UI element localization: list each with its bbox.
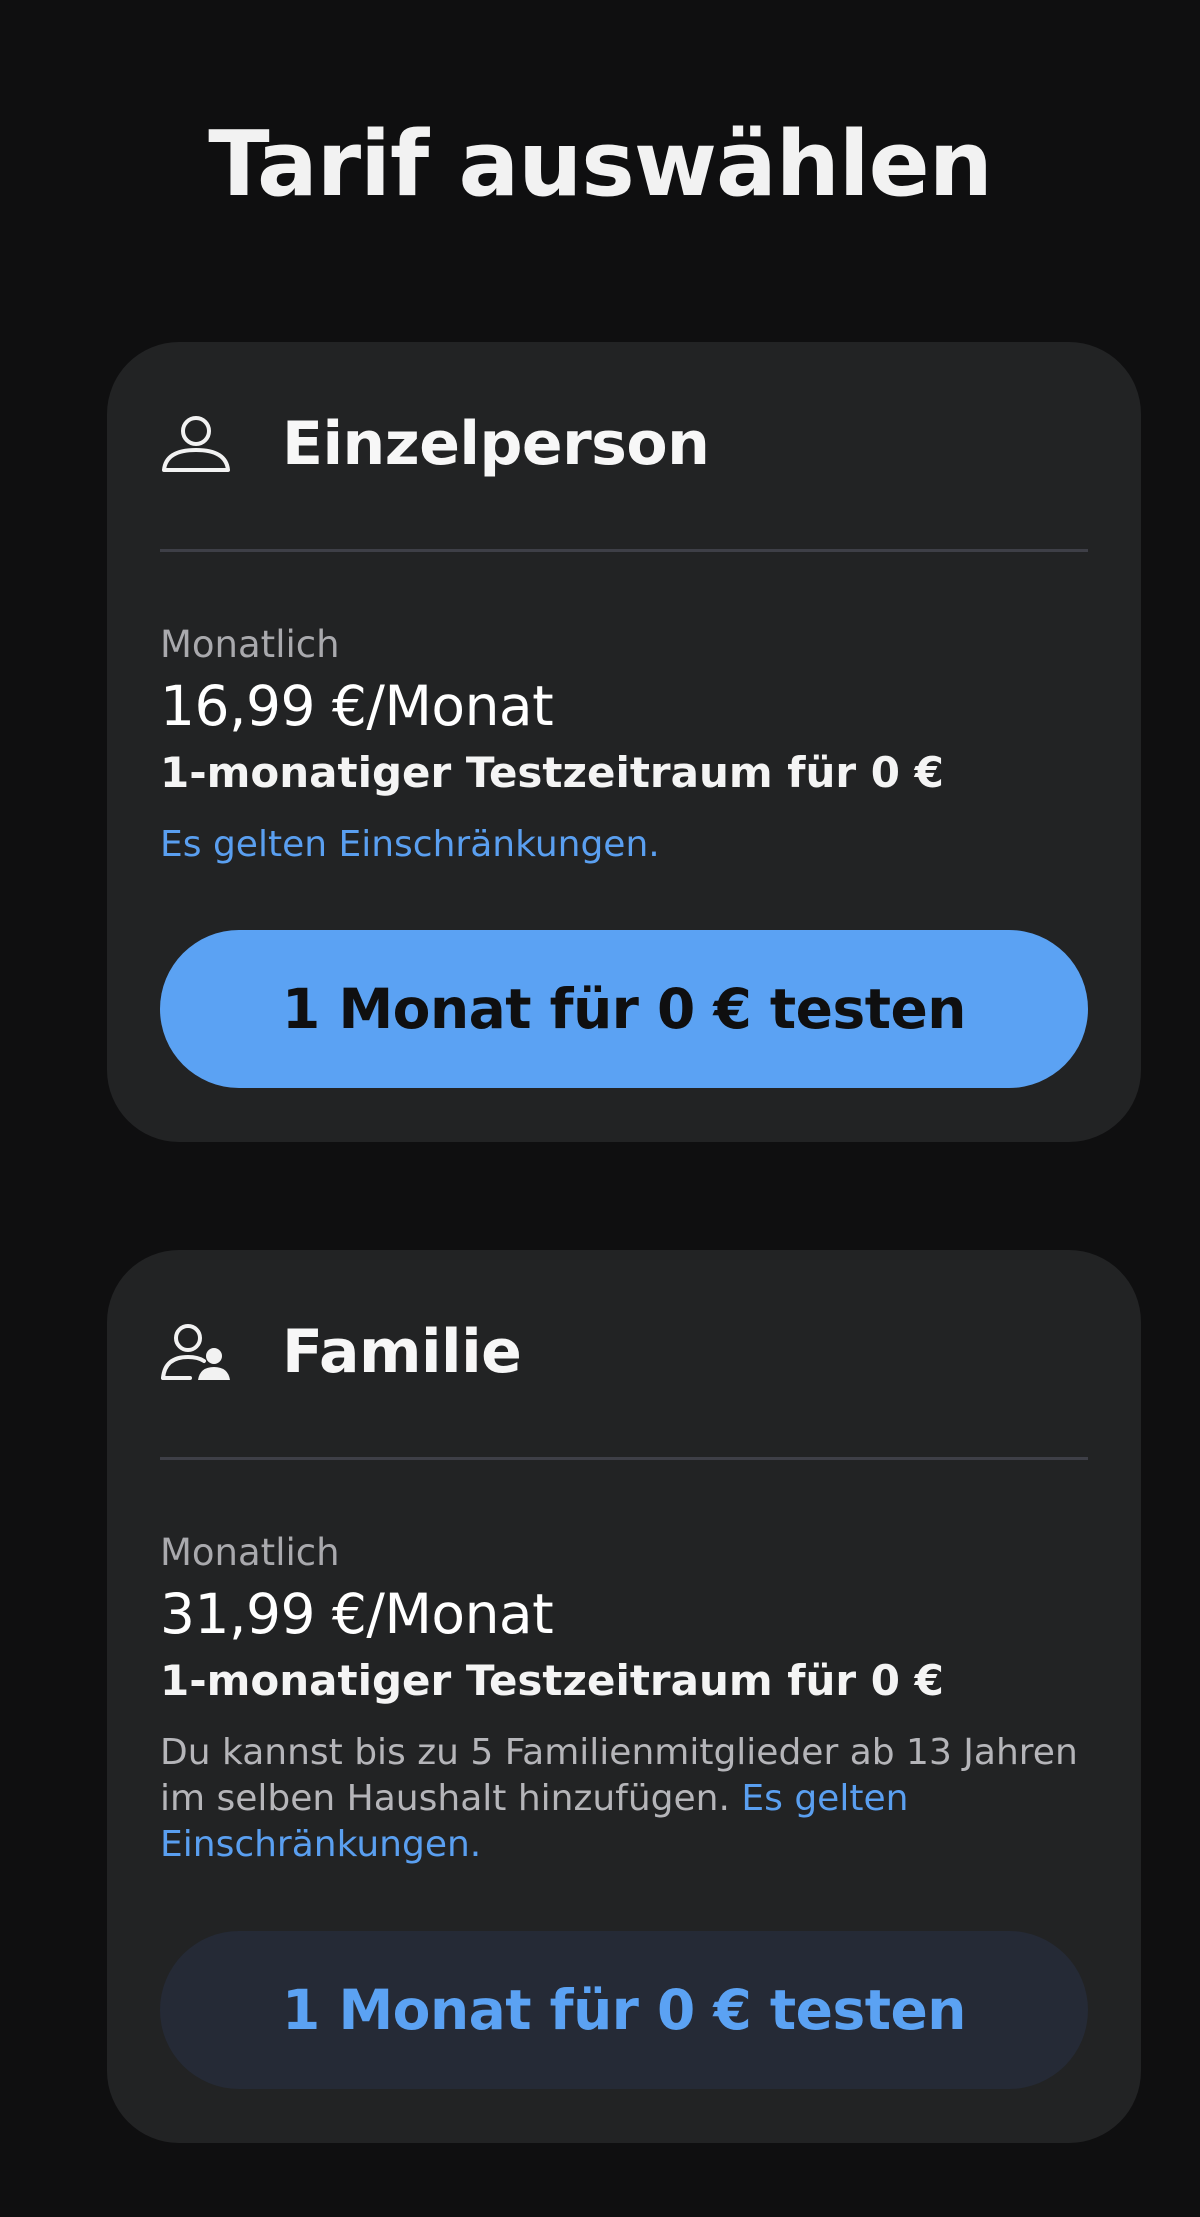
plan-card-single: Einzelperson Monatlich 16,99 €/Monat 1-m… bbox=[107, 342, 1141, 1142]
start-trial-button-single[interactable]: 1 Monat für 0 € testen bbox=[160, 930, 1088, 1088]
page-title: Tarif auswählen bbox=[208, 112, 993, 217]
plan-details: Monatlich 16,99 €/Monat 1-monatiger Test… bbox=[160, 620, 1088, 868]
divider bbox=[160, 1457, 1088, 1460]
plan-note: Du kannst bis zu 5 Familienmitglieder ab… bbox=[160, 1730, 1088, 1868]
plan-details: Monatlich 31,99 €/Monat 1-monatiger Test… bbox=[160, 1528, 1088, 1868]
restrictions-link[interactable]: Es gelten Einschränkungen. bbox=[160, 824, 660, 865]
plan-header: Familie bbox=[160, 1302, 522, 1402]
plan-header: Einzelperson bbox=[160, 394, 710, 494]
plan-note: Es gelten Einschränkungen. bbox=[160, 822, 1088, 868]
start-trial-button-family[interactable]: 1 Monat für 0 € testen bbox=[160, 1931, 1088, 2089]
plan-card-family: Familie Monatlich 31,99 €/Monat 1-monati… bbox=[107, 1250, 1141, 2143]
plan-description: Du kannst bis zu 5 Familienmitglieder ab… bbox=[160, 1732, 1078, 1819]
divider bbox=[160, 549, 1088, 552]
person-icon bbox=[160, 408, 232, 480]
billing-period: Monatlich bbox=[160, 1531, 340, 1574]
billing-period: Monatlich bbox=[160, 623, 340, 666]
plan-name: Einzelperson bbox=[282, 409, 710, 479]
plan-price: 31,99 €/Monat bbox=[160, 1582, 554, 1646]
trial-info: 1-monatiger Testzeitraum für 0 € bbox=[160, 1656, 944, 1705]
plan-price: 16,99 €/Monat bbox=[160, 674, 554, 738]
plan-name: Familie bbox=[282, 1317, 522, 1387]
trial-info: 1-monatiger Testzeitraum für 0 € bbox=[160, 748, 944, 797]
family-icon bbox=[160, 1316, 232, 1388]
